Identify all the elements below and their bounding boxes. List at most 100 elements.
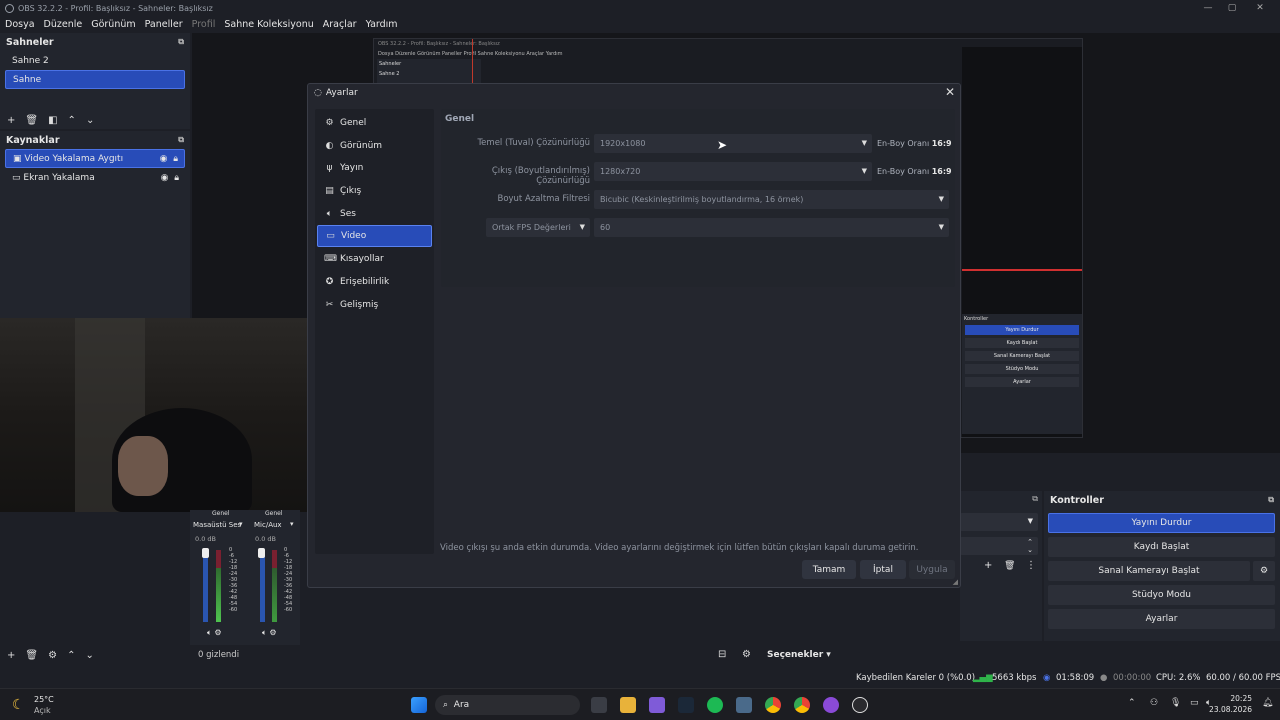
section-title: Genel <box>445 114 475 124</box>
menu-docks[interactable]: Paneller <box>145 19 183 30</box>
dock-popout-icon[interactable]: ⧉ <box>178 135 184 145</box>
nav-audio[interactable]: 🔈︎ Ses <box>317 203 432 225</box>
nav-video[interactable]: ▭ Video <box>317 225 432 248</box>
nav-output[interactable]: ▤ Çıkış <box>317 180 432 202</box>
add-source-icon[interactable]: + <box>7 650 15 661</box>
settings-titlebar: ◌ Ayarlar <box>308 84 960 101</box>
move-up-icon[interactable]: ⌃ <box>67 650 75 661</box>
windows-start-icon[interactable] <box>411 697 427 713</box>
dock-popout-icon[interactable]: ⧉ <box>178 37 184 47</box>
chevron-down-icon[interactable]: ▾ <box>290 520 294 528</box>
visibility-eye-icon[interactable]: ◉ <box>160 154 168 164</box>
menu-tools[interactable]: Araçlar <box>323 19 357 30</box>
gear-icon[interactable]: ⚙ <box>1253 561 1275 581</box>
scenes-dock: Sahneler ⧉ Sahne 2 Sahne + 🗑 ◧ ⌃ ⌄ <box>0 33 190 129</box>
move-down-icon[interactable]: ⌄ <box>86 115 94 126</box>
tray-chevron-icon[interactable]: ⌃ <box>1128 698 1136 708</box>
remove-source-icon[interactable]: 🗑 <box>25 650 38 661</box>
menu-file[interactable]: Dosya <box>5 19 35 30</box>
speaker-icon[interactable]: 🔈︎ ⚙ <box>262 628 277 638</box>
nav-advanced[interactable]: ✂ Gelişmiş <box>317 294 432 316</box>
nav-appearance[interactable]: ◐ Görünüm <box>317 135 432 157</box>
chevron-down-icon[interactable]: ▾ <box>239 520 243 528</box>
output-resolution-select[interactable]: 1280x720 ▼ <box>594 162 872 181</box>
app-icon[interactable] <box>823 697 839 713</box>
move-down-icon[interactable]: ⌄ <box>85 650 93 661</box>
source-item-selected[interactable]: ▣ Video Yakalama Aygıtı ◉ 🔒︎ <box>5 149 185 168</box>
scene-item[interactable]: Sahne 2 <box>5 51 185 70</box>
base-resolution-select[interactable]: 1920x1080 ▼ <box>594 134 872 153</box>
discord-icon[interactable] <box>649 697 665 713</box>
chrome-icon[interactable] <box>794 697 810 713</box>
start-record-button[interactable]: Kaydı Başlat <box>1048 537 1275 557</box>
visibility-eye-icon[interactable]: ◉ <box>161 173 169 183</box>
dock-popout-icon[interactable]: ⧉ <box>1032 494 1038 504</box>
start-virtual-camera-button[interactable]: Sanal Kamerayı Başlat <box>1048 561 1250 581</box>
more-icon[interactable]: ⋮ <box>1026 560 1036 571</box>
lock-icon[interactable]: 🔒︎ <box>173 154 178 164</box>
taskbar-search[interactable]: ⌕ Ara <box>435 695 580 715</box>
file-explorer-icon[interactable] <box>620 697 636 713</box>
audio-settings-icon[interactable]: ⚙ <box>742 649 751 660</box>
scene-item-selected[interactable]: Sahne <box>5 70 185 89</box>
nested-menu: Dosya Düzenle Görünüm Paneller Profil Sa… <box>378 51 563 57</box>
source-item[interactable]: ▭ Ekran Yakalama ◉ 🔒︎ <box>5 168 185 187</box>
network-app-icon[interactable] <box>736 697 752 713</box>
moon-weather-icon[interactable]: ☾ <box>12 697 25 713</box>
layout-icon[interactable]: ⊟ <box>718 649 726 660</box>
mic-icon[interactable]: 🎙︎ <box>1170 698 1181 708</box>
transition-duration[interactable]: ⌃ ⌄ <box>960 537 1038 555</box>
lock-icon[interactable]: 🔒︎ <box>174 173 179 183</box>
network-icon[interactable]: ▭ <box>1190 698 1199 708</box>
nav-stream[interactable]: ψ Yayın <box>317 157 432 179</box>
maximize-button[interactable]: ▢ <box>1220 0 1244 16</box>
menu-view[interactable]: Görünüm <box>91 19 135 30</box>
options-button[interactable]: Seçenekler ▾ <box>767 650 831 660</box>
nested-red-bar <box>962 269 1082 271</box>
menu-help[interactable]: Yardım <box>366 19 398 30</box>
apply-button[interactable]: Uygula <box>909 560 955 579</box>
nav-hotkeys[interactable]: ⌨ Kısayollar <box>317 248 432 270</box>
transition-select[interactable]: ▼ <box>960 513 1038 531</box>
fps-value-select[interactable]: 60 ▼ <box>594 218 949 237</box>
downscale-filter-select[interactable]: Bicubic (Keskinleştirilmiş boyutlandırma… <box>594 190 949 209</box>
source-properties-icon[interactable]: ⚙ <box>48 650 57 661</box>
steam-icon[interactable] <box>678 697 694 713</box>
volume-slider-handle[interactable] <box>258 548 265 558</box>
clock-time[interactable]: 20:25 <box>1222 694 1252 703</box>
task-view-icon[interactable] <box>591 697 607 713</box>
close-icon[interactable]: ✕ <box>945 85 955 99</box>
minimize-button[interactable]: — <box>1196 0 1220 16</box>
nested-title: OBS 32.2.2 - Profil: Başlıksız - Sahnele… <box>378 41 500 47</box>
speaker-icon[interactable]: 🔈︎ ⚙ <box>207 628 222 638</box>
mic-level <box>272 550 277 622</box>
remove-scene-icon[interactable]: 🗑 <box>25 115 38 126</box>
menu-edit[interactable]: Düzenle <box>44 19 83 30</box>
nav-general[interactable]: ⚙ Genel <box>317 112 432 134</box>
volume-slider-handle[interactable] <box>202 548 209 558</box>
obs-taskbar-icon[interactable] <box>852 697 868 713</box>
fps-type-select[interactable]: Ortak FPS Değerleri ▼ <box>486 218 590 237</box>
dock-popout-icon[interactable]: ⧉ <box>1268 495 1274 505</box>
menu-profile[interactable]: Profil <box>192 19 216 30</box>
close-button[interactable]: ✕ <box>1248 0 1272 16</box>
ok-button[interactable]: Tamam <box>802 560 856 579</box>
chrome-icon[interactable] <box>765 697 781 713</box>
notification-icon[interactable]: 🔔︎ <box>1262 698 1273 708</box>
stop-stream-button[interactable]: Yayını Durdur <box>1048 513 1275 533</box>
add-transition-icon[interactable]: + <box>984 560 992 571</box>
add-scene-icon[interactable]: + <box>7 115 15 126</box>
resize-grip-icon[interactable]: ◢ <box>953 578 958 586</box>
move-up-icon[interactable]: ⌃ <box>68 115 76 126</box>
tray-icon[interactable]: ⚇ <box>1150 698 1158 708</box>
clock-date[interactable]: 23.08.2026 <box>1202 705 1252 714</box>
settings-button[interactable]: Ayarlar <box>1048 609 1275 629</box>
nav-accessibility[interactable]: ✪ Erişebilirlik <box>317 271 432 293</box>
menu-scene-collection[interactable]: Sahne Koleksiyonu <box>224 19 313 30</box>
studio-mode-button[interactable]: Stüdyo Modu <box>1048 585 1275 605</box>
scene-filters-icon[interactable]: ◧ <box>48 115 57 126</box>
spotify-icon[interactable] <box>707 697 723 713</box>
remove-transition-icon[interactable]: 🗑 <box>1004 561 1015 571</box>
nested-red-line <box>472 39 473 84</box>
cancel-button[interactable]: İptal <box>860 560 906 579</box>
